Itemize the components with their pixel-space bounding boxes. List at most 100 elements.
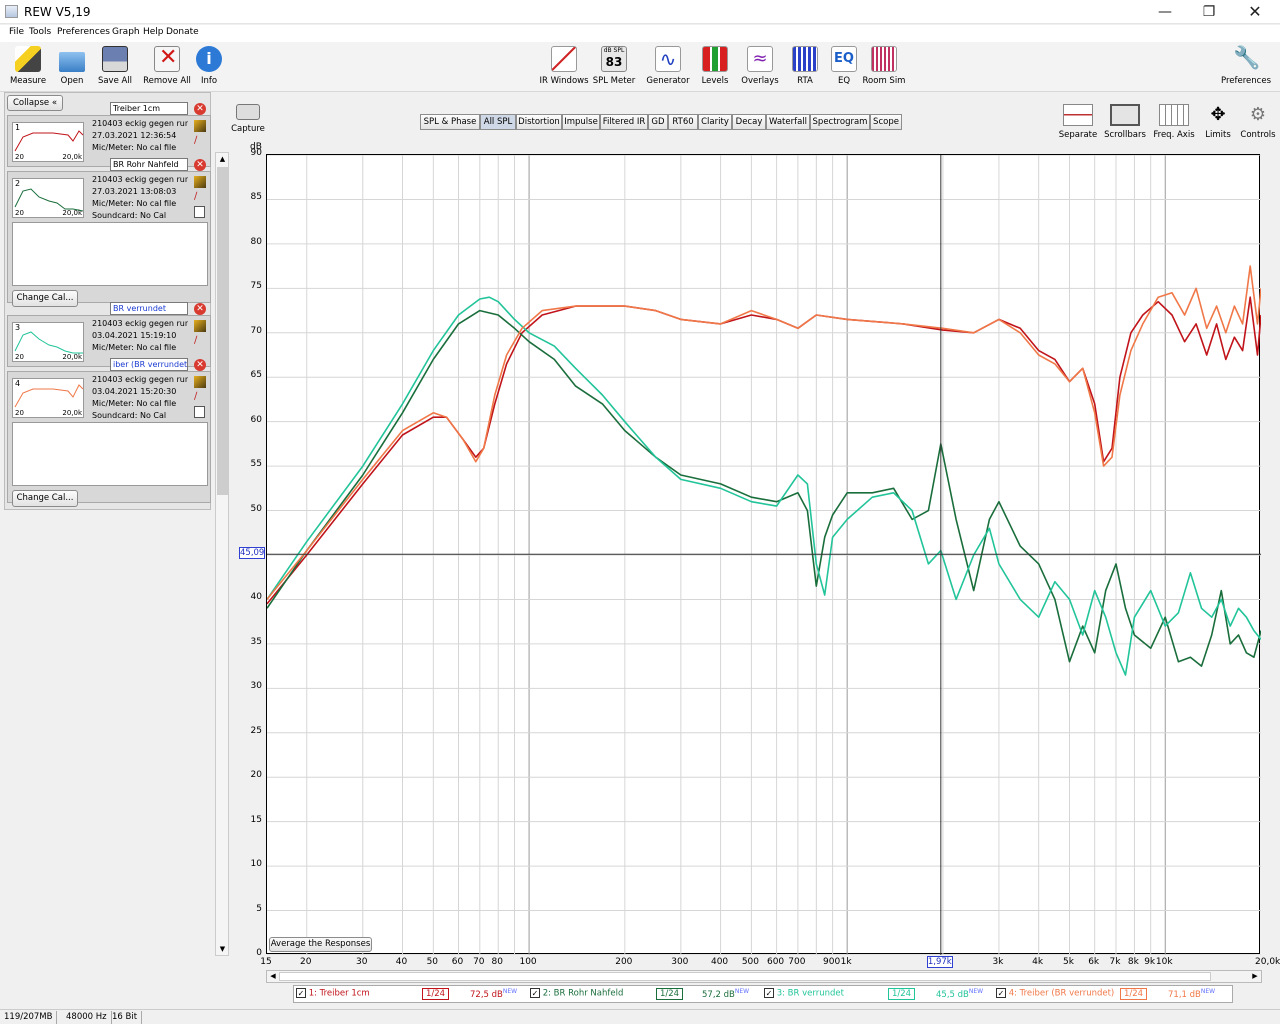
measurement-name-2[interactable]: BR Rohr Nahfeld [110, 158, 188, 171]
scroll-thumb[interactable] [217, 167, 228, 495]
menu-file[interactable]: File [9, 27, 24, 37]
spl-meter-unit: dB SPL [603, 47, 625, 54]
x-tick-label: 600 [766, 957, 785, 967]
change-cal-button-4[interactable]: Change Cal... [12, 490, 78, 507]
controls-button[interactable]: ⚙ Controls [1232, 104, 1280, 140]
scroll-left-icon[interactable]: ◀ [268, 971, 278, 982]
measurement-thumbnail-3[interactable]: 3 20 20,0k [12, 322, 84, 362]
measurement-thumbnail-2[interactable]: 2 20 20,0k [12, 178, 84, 218]
legend-smoothing-3[interactable]: 1/24 [888, 988, 916, 1000]
remove-measurement-2-icon[interactable]: ✕ [194, 159, 206, 171]
window-title: REW V5,19 [24, 5, 91, 19]
spl-graph[interactable]: Average the Responses [266, 154, 1262, 956]
tab-impulse[interactable]: Impulse [562, 114, 600, 130]
x-tick-label: 70 [473, 957, 485, 967]
measurement-settings-icon[interactable] [194, 176, 206, 188]
menu-tools[interactable]: Tools [29, 27, 51, 37]
thumb-tick-lo-3: 20 [15, 353, 24, 361]
change-cal-button-2[interactable]: Change Cal... [12, 290, 78, 307]
minimize-button[interactable]: — [1142, 0, 1188, 24]
tab-distortion[interactable]: Distortion [516, 114, 562, 130]
legend-smoothing-1[interactable]: 1/24 [422, 988, 450, 1000]
legend-item-3[interactable]: ✓ 3: BR verrundet [764, 988, 844, 999]
y-tick-label: 55 [250, 459, 262, 470]
preferences-button[interactable]: 🔧 Preferences [1218, 46, 1274, 86]
capture-button[interactable]: Capture [231, 104, 265, 134]
spl-meter-button[interactable]: dB SPL 83 SPL Meter [588, 46, 640, 86]
legend-checkbox-4[interactable]: ✓ [996, 988, 1006, 998]
measurement-notes-4[interactable] [12, 422, 208, 486]
legend-smoothing-4[interactable]: 1/24 [1120, 988, 1148, 1000]
legend-checkbox-2[interactable]: ✓ [530, 988, 540, 998]
measurement-settings-icon[interactable] [194, 320, 206, 332]
measurement-notes-icon[interactable] [194, 406, 205, 418]
legend-label-4: 4: Treiber (BR verrundet) [1008, 988, 1115, 999]
measurement-notes-icon[interactable] [194, 206, 205, 218]
rta-icon [792, 46, 818, 72]
scroll-down-icon[interactable]: ▼ [217, 943, 228, 955]
graph-legend: ✓ 1: Treiber 1cm 1/24 72,5 dBNEW ✓ 2: BR… [293, 985, 1233, 1003]
legend-item-2[interactable]: ✓ 2: BR Rohr Nahfeld [530, 988, 623, 999]
measurement-thumbnail-1[interactable]: 1 20 20,0k [12, 122, 84, 162]
info-button[interactable]: i Info [183, 46, 235, 86]
hscroll-thumb[interactable] [279, 972, 1211, 981]
measurement-name-3[interactable]: BR verrundet [110, 302, 188, 315]
scrollbars-button[interactable]: Scrollbars [1099, 104, 1151, 140]
legend-smoothing-2[interactable]: 1/24 [656, 988, 684, 1000]
tab-filtered-ir[interactable]: Filtered IR [600, 114, 648, 130]
measurement-notes-2[interactable] [12, 222, 208, 286]
legend-badge-2: NEW [734, 988, 750, 995]
menu-preferences[interactable]: Preferences [57, 27, 110, 37]
remove-measurement-3-icon[interactable]: ✕ [194, 303, 206, 315]
legend-item-4[interactable]: ✓ 4: Treiber (BR verrundet) [996, 988, 1114, 999]
graph-hscrollbar[interactable]: ◀ ▶ [266, 970, 1262, 983]
tab-spl-phase[interactable]: SPL & Phase [420, 114, 480, 130]
ir-windows-button[interactable]: IR Windows [538, 46, 590, 86]
measurement-thumbnail-4[interactable]: 4 20 20,0k [12, 378, 84, 418]
scroll-right-icon[interactable]: ▶ [1250, 971, 1260, 982]
legend-checkbox-1[interactable]: ✓ [296, 988, 306, 998]
tab-rt60[interactable]: RT60 [668, 114, 698, 130]
measurement-settings-icon[interactable] [194, 376, 206, 388]
measure-icon [15, 46, 41, 72]
x-tick-label: 20,0kHz [1255, 957, 1280, 967]
generator-button[interactable]: ∿ Generator [642, 46, 694, 86]
scroll-up-icon[interactable]: ▲ [217, 153, 228, 165]
menu-graph[interactable]: Graph [112, 27, 140, 37]
menu-help[interactable]: Help [143, 27, 164, 37]
room-sim-button[interactable]: Room Sim [858, 46, 910, 86]
measurement-slot-4[interactable]: 4 20 20,0k iber (BR verrundet) ✕ 210403 … [7, 358, 211, 507]
series-line-3 [266, 296, 1262, 676]
remove-measurement-1-icon[interactable]: ✕ [194, 103, 206, 115]
x-tick-label: 80 [491, 957, 503, 967]
menu-donate[interactable]: Donate [166, 27, 199, 37]
tab-decay[interactable]: Decay [732, 114, 766, 130]
tab-clarity[interactable]: Clarity [698, 114, 732, 130]
measurement-slot-2[interactable]: 2 20 20,0k BR Rohr Nahfeld ✕ 210403 ecki… [7, 158, 211, 307]
measurement-name-4[interactable]: iber (BR verrundet) [110, 358, 188, 371]
legend-checkbox-3[interactable]: ✓ [764, 988, 774, 998]
measurement-pencil-icon[interactable]: ∕ [194, 136, 206, 146]
separate-button[interactable]: Separate [1052, 104, 1104, 140]
measurement-settings-icon[interactable] [194, 120, 206, 132]
maximize-button[interactable]: ❐ [1186, 0, 1232, 24]
measurement-pencil-icon[interactable]: ∕ [194, 192, 206, 202]
legend-item-1[interactable]: ✓ 1: Treiber 1cm [296, 988, 370, 999]
x-tick-label: 20 [300, 957, 312, 967]
measurement-pencil-icon[interactable]: ∕ [194, 392, 206, 402]
measurement-name-1[interactable]: Treiber 1cm [110, 102, 188, 115]
tab-waterfall[interactable]: Waterfall [766, 114, 810, 130]
save-all-button[interactable]: Save All [89, 46, 141, 86]
levels-icon [702, 46, 728, 72]
collapse-button[interactable]: Collapse « [7, 95, 63, 111]
measurement-pencil-icon[interactable]: ∕ [194, 336, 206, 346]
tab-all-spl[interactable]: All SPL [480, 114, 516, 130]
tab-scope[interactable]: Scope [870, 114, 902, 130]
tab-gd[interactable]: GD [648, 114, 668, 130]
remove-measurement-4-icon[interactable]: ✕ [194, 359, 206, 371]
average-responses-button[interactable]: Average the Responses [269, 937, 372, 952]
spl-plot[interactable] [266, 154, 1262, 956]
close-button[interactable]: ✕ [1232, 0, 1278, 24]
panel-scrollbar[interactable]: ▲ ▼ [215, 152, 229, 956]
tab-spectrogram[interactable]: Spectrogram [810, 114, 870, 130]
